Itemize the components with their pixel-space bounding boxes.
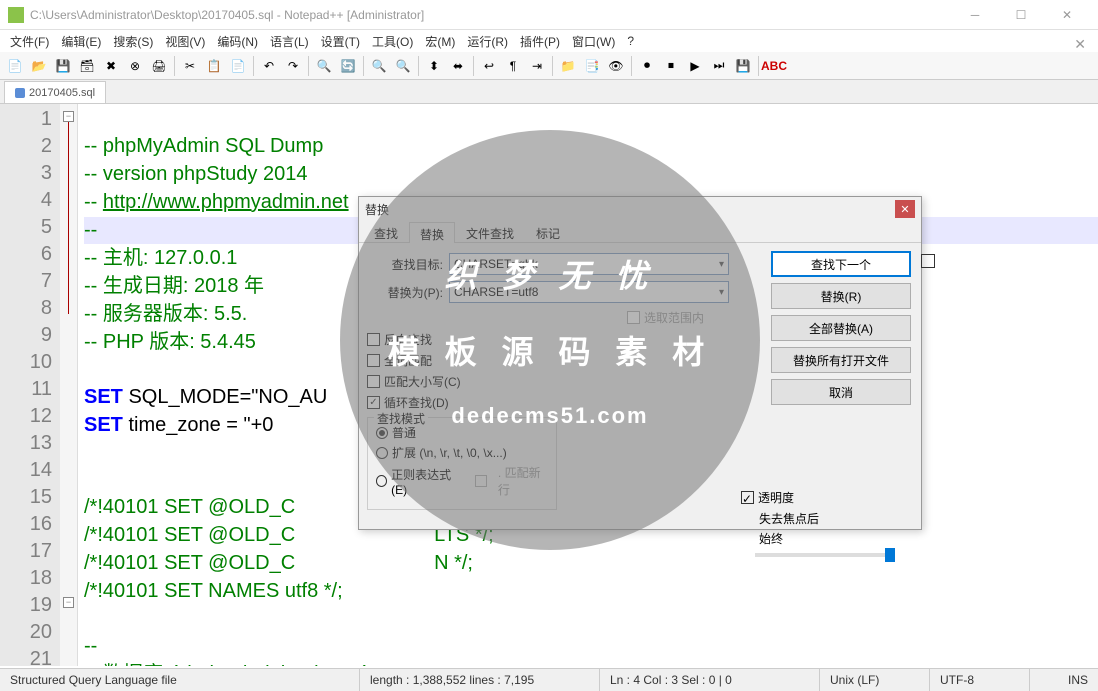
wordwrap-icon[interactable]: ↩ bbox=[478, 55, 500, 77]
allchars-icon[interactable]: ¶ bbox=[502, 55, 524, 77]
paste-icon[interactable]: 📄 bbox=[227, 55, 249, 77]
replace-all-button[interactable]: 全部替换(A) bbox=[771, 315, 911, 341]
play-icon[interactable]: ▶ bbox=[684, 55, 706, 77]
menu-file[interactable]: 文件(F) bbox=[4, 31, 55, 52]
extra-toggle-button[interactable] bbox=[921, 254, 935, 268]
tab-findinfiles[interactable]: 文件查找 bbox=[455, 221, 525, 242]
find-icon[interactable]: 🔍 bbox=[313, 55, 335, 77]
status-eol: Unix (LF) bbox=[820, 669, 930, 691]
stop-icon[interactable]: ⏹ bbox=[660, 55, 682, 77]
tab-replace[interactable]: 替换 bbox=[409, 222, 455, 243]
status-ins: INS bbox=[1030, 669, 1098, 691]
app-icon bbox=[8, 7, 24, 23]
cut-icon[interactable]: ✂ bbox=[179, 55, 201, 77]
menu-search[interactable]: 搜索(S) bbox=[107, 31, 159, 52]
monitor-icon[interactable]: 👁 bbox=[605, 55, 627, 77]
secondary-close-icon[interactable]: ✕ bbox=[1074, 36, 1086, 53]
new-file-icon[interactable]: 📄 bbox=[4, 55, 26, 77]
menu-help[interactable]: ? bbox=[621, 32, 640, 50]
search-mode-title: 查找模式 bbox=[374, 410, 428, 427]
replace-dialog: 替换 ✕ 查找 替换 文件查找 标记 查找目标: CHARSET=gbk▾ 替换… bbox=[358, 196, 922, 530]
replace-label: 替换为(P): bbox=[367, 284, 449, 301]
doc-icon[interactable]: 📑 bbox=[581, 55, 603, 77]
fold-box-icon[interactable]: − bbox=[63, 111, 74, 122]
close-file-icon[interactable]: ✖ bbox=[100, 55, 122, 77]
print-icon[interactable]: 🖨 bbox=[148, 55, 170, 77]
fold-line bbox=[68, 122, 69, 314]
status-length: length : 1,388,552 lines : 7,195 bbox=[360, 669, 600, 691]
file-tab[interactable]: 20170405.sql bbox=[4, 81, 106, 103]
tab-find[interactable]: 查找 bbox=[363, 221, 409, 242]
zoom-out-icon[interactable]: 🔍 bbox=[392, 55, 414, 77]
mode-extended-radio[interactable]: 扩展 (\n, \r, \t, \0, \x...) bbox=[376, 444, 548, 461]
menu-tools[interactable]: 工具(O) bbox=[366, 31, 419, 52]
zoom-in-icon[interactable]: 🔍 bbox=[368, 55, 390, 77]
status-language: Structured Query Language file bbox=[0, 669, 360, 691]
folder-icon[interactable]: 📁 bbox=[557, 55, 579, 77]
menu-macro[interactable]: 宏(M) bbox=[419, 31, 461, 52]
tabbar: 20170405.sql bbox=[0, 80, 1098, 104]
tab-filename: 20170405.sql bbox=[29, 87, 95, 99]
dialog-close-button[interactable]: ✕ bbox=[895, 200, 915, 218]
dialog-titlebar[interactable]: 替换 ✕ bbox=[359, 197, 921, 221]
transparency-slider[interactable] bbox=[755, 553, 895, 557]
chevron-down-icon[interactable]: ▾ bbox=[719, 287, 724, 298]
replace-input[interactable]: CHARSET=utf8▾ bbox=[449, 281, 729, 303]
transp-onblur-radio[interactable]: 失去焦点后 bbox=[755, 510, 911, 527]
menu-settings[interactable]: 设置(T) bbox=[315, 31, 366, 52]
minimize-button[interactable]: ─ bbox=[952, 0, 998, 30]
menu-plugins[interactable]: 插件(P) bbox=[514, 31, 566, 52]
status-position: Ln : 4 Col : 3 Sel : 0 | 0 bbox=[600, 669, 820, 691]
window-title: C:\Users\Administrator\Desktop\20170405.… bbox=[30, 8, 952, 22]
menu-run[interactable]: 运行(R) bbox=[461, 31, 514, 52]
statusbar: Structured Query Language file length : … bbox=[0, 668, 1098, 691]
titlebar: C:\Users\Administrator\Desktop\20170405.… bbox=[0, 0, 1098, 30]
spellcheck-icon[interactable]: ABC bbox=[763, 55, 785, 77]
status-encoding: UTF-8 bbox=[930, 669, 1030, 691]
transparency-group: ✓透明度 失去焦点后 始终 bbox=[741, 489, 911, 557]
savemacro-icon[interactable]: 💾 bbox=[732, 55, 754, 77]
dialog-tabs: 查找 替换 文件查找 标记 bbox=[359, 221, 921, 243]
save-all-icon[interactable]: 🗃 bbox=[76, 55, 98, 77]
menu-view[interactable]: 视图(V) bbox=[159, 31, 211, 52]
toolbar: 📄 📂 💾 🗃 ✖ ⊗ 🖨 ✂ 📋 📄 ↶ ↷ 🔍 🔄 🔍 🔍 ⬍ ⬌ ↩ ¶ … bbox=[0, 52, 1098, 80]
transparency-checkbox[interactable]: ✓透明度 bbox=[741, 489, 911, 506]
open-file-icon[interactable]: 📂 bbox=[28, 55, 50, 77]
find-next-button[interactable]: 查找下一个 bbox=[771, 251, 911, 277]
redo-icon[interactable]: ↷ bbox=[282, 55, 304, 77]
undo-icon[interactable]: ↶ bbox=[258, 55, 280, 77]
tab-mark[interactable]: 标记 bbox=[525, 221, 571, 242]
find-input[interactable]: CHARSET=gbk▾ bbox=[449, 253, 729, 275]
replace-icon[interactable]: 🔄 bbox=[337, 55, 359, 77]
menu-edit[interactable]: 编辑(E) bbox=[55, 31, 107, 52]
chevron-down-icon[interactable]: ▾ bbox=[719, 259, 724, 270]
menu-window[interactable]: 窗口(W) bbox=[566, 31, 621, 52]
indent-icon[interactable]: ⇥ bbox=[526, 55, 548, 77]
dialog-title: 替换 bbox=[365, 201, 389, 218]
find-label: 查找目标: bbox=[367, 256, 449, 273]
maximize-button[interactable]: ☐ bbox=[998, 0, 1044, 30]
line-gutter: 123456789101112131415161718192021 bbox=[0, 104, 60, 666]
close-button[interactable]: ✕ bbox=[1044, 0, 1090, 30]
copy-icon[interactable]: 📋 bbox=[203, 55, 225, 77]
in-selection-checkbox: 选取范围内 bbox=[627, 309, 704, 326]
cancel-button[interactable]: 取消 bbox=[771, 379, 911, 405]
fold-gutter: − − bbox=[60, 104, 78, 666]
menu-encoding[interactable]: 编码(N) bbox=[211, 31, 264, 52]
sync-v-icon[interactable]: ⬍ bbox=[423, 55, 445, 77]
transp-always-radio[interactable]: 始终 bbox=[755, 530, 911, 547]
menu-language[interactable]: 语言(L) bbox=[264, 31, 315, 52]
save-icon[interactable]: 💾 bbox=[52, 55, 74, 77]
search-mode-group: 查找模式 普通 扩展 (\n, \r, \t, \0, \x...) 正则表达式… bbox=[367, 417, 557, 510]
tab-modified-icon bbox=[15, 88, 25, 98]
replace-all-open-button[interactable]: 替换所有打开文件 bbox=[771, 347, 911, 373]
playmulti-icon[interactable]: ⏭ bbox=[708, 55, 730, 77]
menubar: 文件(F) 编辑(E) 搜索(S) 视图(V) 编码(N) 语言(L) 设置(T… bbox=[0, 30, 1098, 52]
replace-button[interactable]: 替换(R) bbox=[771, 283, 911, 309]
sync-h-icon[interactable]: ⬌ bbox=[447, 55, 469, 77]
record-icon[interactable]: ⏺ bbox=[636, 55, 658, 77]
fold-box-icon[interactable]: − bbox=[63, 597, 74, 608]
mode-regex-radio[interactable]: 正则表达式(E) . 匹配新行 bbox=[376, 464, 548, 498]
close-all-icon[interactable]: ⊗ bbox=[124, 55, 146, 77]
